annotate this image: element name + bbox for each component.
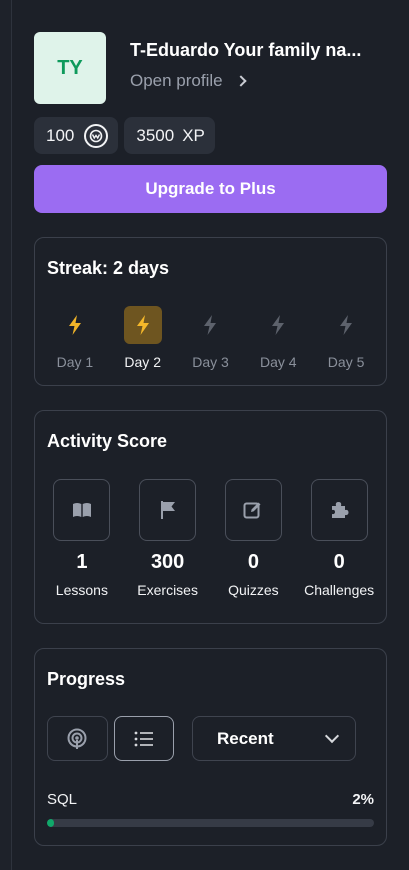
course-name: SQL [47,791,78,808]
metric-label: Exercises [137,582,198,598]
puzzle-icon[interactable] [310,479,368,541]
streak-day-4: Day 4 [244,306,312,370]
open-profile-link[interactable]: Open profile [130,71,387,91]
coin-icon [84,123,109,148]
course-progress-bar [47,819,374,827]
edit-icon[interactable] [224,479,282,541]
metric-value: 0 [247,551,259,573]
coins-badge[interactable]: 100 [34,117,119,154]
coins-value: 100 [46,125,75,145]
flag-icon[interactable] [139,479,197,541]
metric-lessons: 1 Lessons [41,479,123,598]
streak-title: Streak: 2 days [47,258,170,278]
activity-metrics: 1 Lessons 300 Exercises 0 Quizzes 0 Chal… [35,479,386,598]
metric-quizzes: 0 Quizzes [212,479,294,598]
streak-day-1: Day 1 [41,306,109,370]
day-label: Day 1 [56,354,94,370]
bolt-icon [327,306,365,344]
chevron-down-icon [324,728,340,743]
xp-badge[interactable]: 3500 XP [124,117,215,154]
podcast-view-button[interactable] [47,716,108,761]
streak-card: Streak: 2 days Day 1 Day 2 Day 3 Day 4 D… [34,237,387,386]
upgrade-button[interactable]: Upgrade to Plus [34,165,387,213]
metric-value: 1 [76,551,88,573]
podcast-icon [67,728,87,749]
xp-value: 3500 [136,125,175,145]
profile-name: T-Eduardo Your family na... [130,39,362,60]
metric-value: 0 [333,551,345,573]
progress-controls: Recent [47,716,356,761]
left-sidebar-edge [0,0,12,870]
sort-select[interactable]: Recent [192,716,356,761]
course-progress-row[interactable]: SQL 2% [47,791,374,808]
streak-day-3: Day 3 [177,306,245,370]
progress-title: Progress [47,669,126,689]
metric-label: Lessons [55,582,108,598]
book-icon[interactable] [53,479,111,541]
sort-select-value: Recent [217,728,274,748]
bolt-icon [191,306,229,344]
bolt-icon [123,306,162,344]
xp-label: XP [182,125,205,145]
day-label: Day 3 [192,354,229,370]
day-label: Day 4 [260,354,297,370]
avatar[interactable]: TY [34,32,106,104]
streak-day-5: Day 5 [312,306,380,370]
streak-days: Day 1 Day 2 Day 3 Day 4 Day 5 [41,306,380,370]
bolt-icon [56,306,94,344]
chevron-right-icon [234,74,247,87]
course-progress-fill [47,819,54,827]
metric-label: Challenges [304,582,375,598]
course-percent: 2% [352,791,374,808]
activity-title: Activity Score [47,431,168,451]
list-icon [134,731,153,746]
metric-challenges: 0 Challenges [298,479,380,598]
metric-exercises: 300 Exercises [127,479,209,598]
profile-header: TY T-Eduardo Your family na... Open prof… [34,32,387,104]
open-profile-label: Open profile [130,70,223,90]
bolt-icon [259,306,297,344]
streak-day-2: Day 2 [109,306,177,370]
list-view-button[interactable] [113,716,174,761]
activity-card: Activity Score 1 Lessons 300 Exercises 0… [34,410,387,624]
stats-row: 100 3500 XP [34,117,387,154]
metric-label: Quizzes [228,582,279,598]
day-label: Day 2 [124,354,161,370]
metric-value: 300 [150,551,185,573]
day-label: Day 5 [327,354,365,370]
progress-card: Progress Recent SQL 2% [34,648,387,846]
